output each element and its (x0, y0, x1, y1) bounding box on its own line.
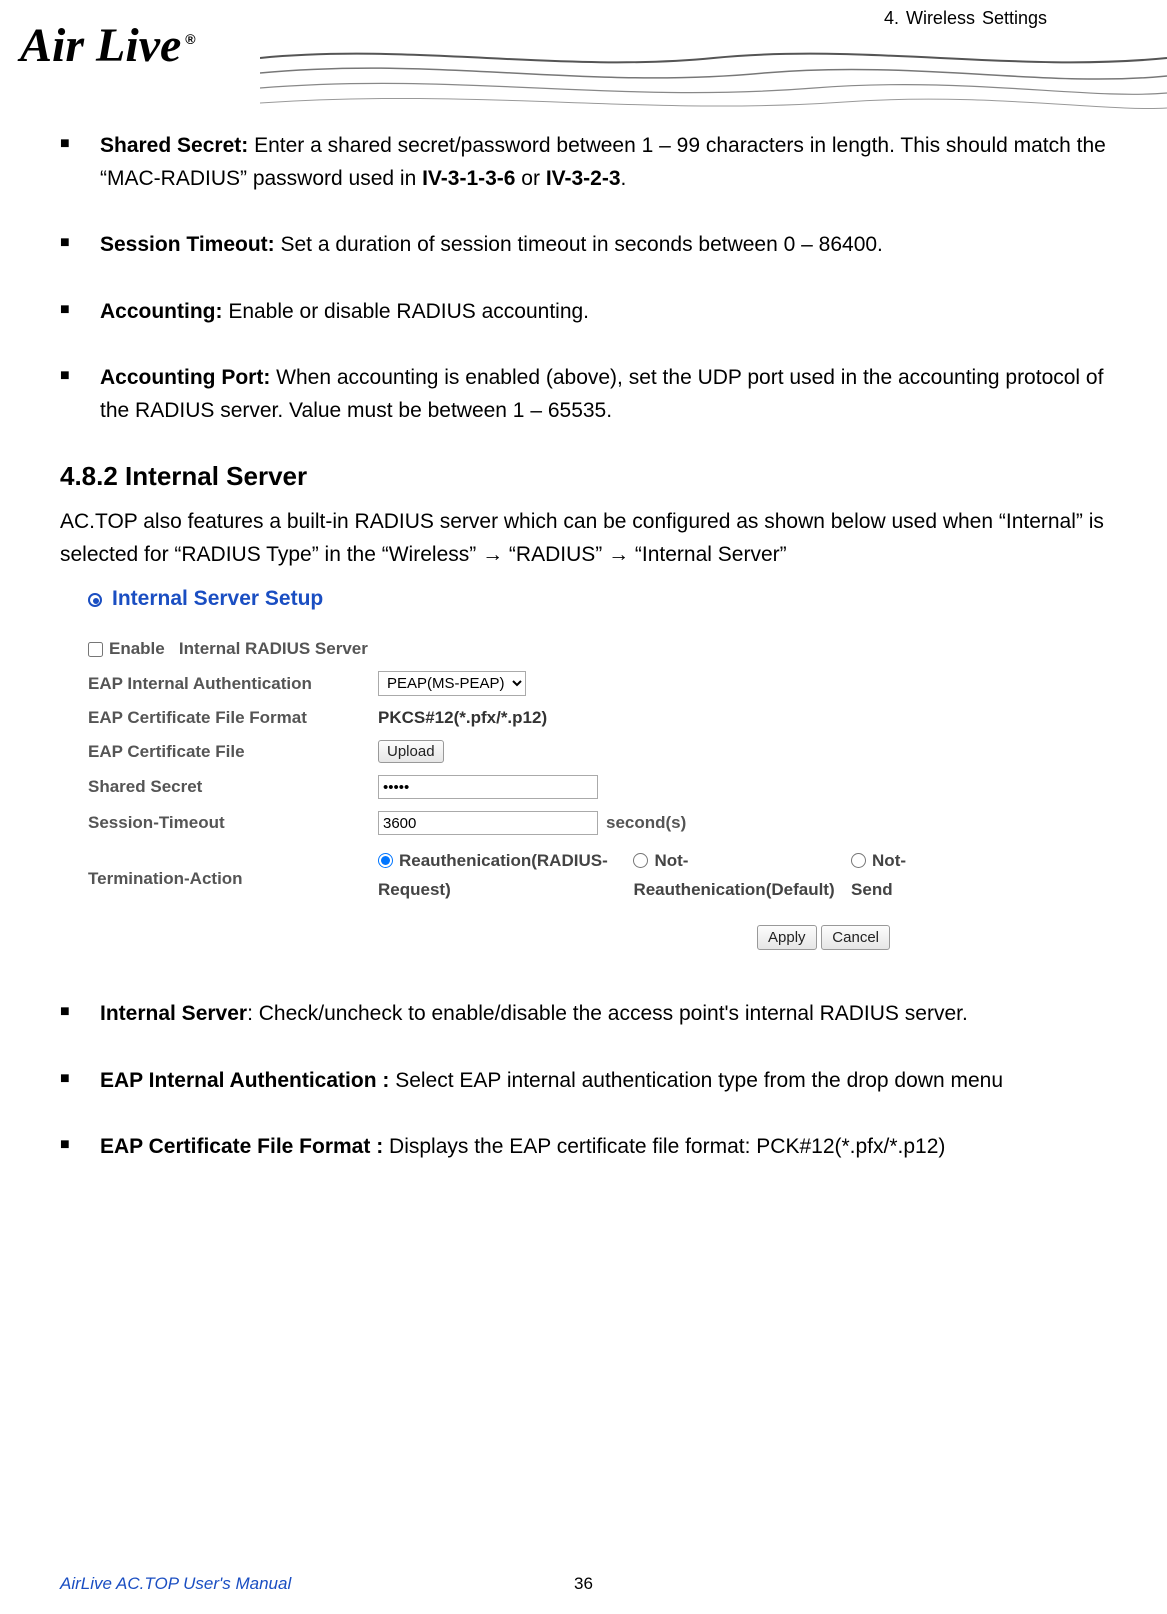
eap-fmt-label: EAP Certificate File Format (88, 708, 378, 728)
bullet-label: EAP Certificate File Format : (100, 1135, 383, 1158)
panel-title-text: Internal Server Setup (112, 587, 323, 610)
airlive-logo: Air Live (20, 18, 196, 73)
ref-2: IV-3-2-3 (546, 167, 621, 190)
internal-server-setup-panel: Internal Server Setup Enable Internal RA… (60, 581, 930, 950)
bullet-mid: or (515, 167, 545, 190)
page-footer: AirLive AC.TOP User's Manual 36 (60, 1574, 1107, 1594)
header-decorative-swirls (260, 38, 1167, 128)
bullet-eap-auth: EAP Internal Authentication : Select EAP… (100, 1065, 1107, 1098)
bullet-text: Select EAP internal authentication type … (389, 1069, 1003, 1092)
bullet-accounting: Accounting: Enable or disable RADIUS acc… (100, 296, 1107, 329)
bullet-eap-fmt: EAP Certificate File Format : Displays t… (100, 1131, 1107, 1164)
enable-label-after: Internal RADIUS Server (165, 639, 368, 659)
timeout-unit: second(s) (606, 813, 686, 833)
bottom-bullet-list: Internal Server: Check/uncheck to enable… (60, 998, 1107, 1164)
enable-label-before: Enable (109, 639, 165, 659)
secret-label: Shared Secret (88, 777, 378, 797)
cancel-button[interactable]: Cancel (821, 925, 890, 950)
panel-title: Internal Server Setup (88, 587, 930, 611)
bullet-label: Accounting Port: (100, 366, 270, 389)
ref-1: IV-3-1-3-6 (422, 167, 515, 190)
bullet-shared-secret: Shared Secret: Enter a shared secret/pas… (100, 130, 1107, 195)
shared-secret-input[interactable] (378, 775, 598, 799)
term-radio-notreauth[interactable] (633, 853, 648, 868)
chapter-label: 4. Wireless Settings (884, 8, 1047, 29)
bullet-text: Displays the EAP certificate file format… (383, 1135, 945, 1158)
session-timeout-input[interactable] (378, 811, 598, 835)
upload-button[interactable]: Upload (378, 740, 444, 763)
bullet-label: Session Timeout: (100, 233, 275, 256)
term-radio-reauth[interactable] (378, 853, 393, 868)
bullet-label: Internal Server (100, 1002, 247, 1025)
bullet-label: EAP Internal Authentication : (100, 1069, 389, 1092)
page-header: 4. Wireless Settings Air Live (0, 0, 1167, 130)
section-heading: 4.8.2 Internal Server (60, 461, 1107, 492)
termination-label: Termination-Action (88, 847, 378, 889)
bullet-text: Enable or disable RADIUS accounting. (222, 300, 589, 323)
bullet-text: : Check/uncheck to enable/disable the ac… (247, 1002, 968, 1025)
term-radio-notreauth-label: Not-Reauthenication(Default) (633, 851, 834, 899)
radio-bullet-icon (88, 593, 102, 607)
eap-auth-label: EAP Internal Authentication (88, 674, 378, 694)
term-radio-reauth-label: Reauthenication(RADIUS-Request) (378, 851, 608, 899)
page-number: 36 (574, 1574, 593, 1594)
bullet-text: Set a duration of session timeout in sec… (275, 233, 883, 256)
top-bullet-list: Shared Secret: Enter a shared secret/pas… (60, 130, 1107, 427)
intro-paragraph: AC.TOP also features a built-in RADIUS s… (60, 506, 1107, 571)
eap-fmt-value: PKCS#12(*.pfx/*.p12) (378, 708, 547, 728)
eap-auth-select[interactable]: PEAP(MS-PEAP) (378, 671, 526, 696)
enable-row: Enable Internal RADIUS Server (88, 633, 930, 665)
enable-checkbox[interactable] (88, 642, 103, 657)
bullet-tail: . (621, 167, 627, 190)
timeout-label: Session-Timeout (88, 813, 378, 833)
manual-title: AirLive AC.TOP User's Manual (60, 1574, 291, 1594)
bullet-session-timeout: Session Timeout: Set a duration of sessi… (100, 229, 1107, 262)
bullet-accounting-port: Accounting Port: When accounting is enab… (100, 362, 1107, 427)
bullet-label: Accounting: (100, 300, 222, 323)
term-radio-notsend[interactable] (851, 853, 866, 868)
bullet-internal-server: Internal Server: Check/uncheck to enable… (100, 998, 1107, 1031)
bullet-label: Shared Secret: (100, 134, 248, 157)
apply-button[interactable]: Apply (757, 925, 817, 950)
eap-file-label: EAP Certificate File (88, 742, 378, 762)
